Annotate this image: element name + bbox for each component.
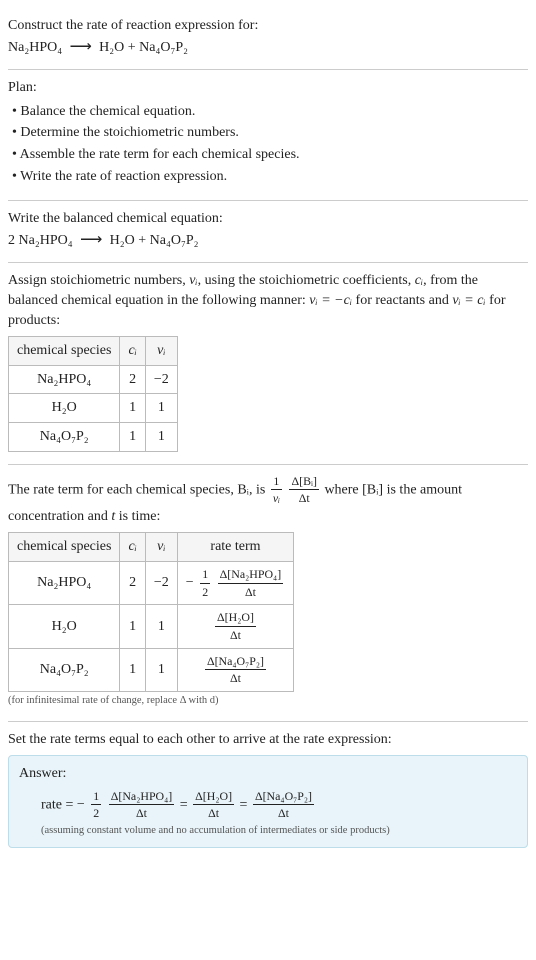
- ci-cell: 2: [120, 365, 145, 394]
- frac-delta-bi-over-dt: Δ[Bᵢ] Δt: [289, 473, 318, 507]
- rateterm-cell: Δ[H₂O] Δt: [177, 605, 293, 648]
- equals: =: [180, 797, 191, 812]
- col-vi: νᵢ: [145, 533, 177, 562]
- vi-cell: 1: [145, 394, 177, 423]
- rateterm-table: chemical species cᵢ νᵢ rate term Na₂HPO₄…: [8, 532, 294, 692]
- products: H₂O + Na₄O₇P₂: [99, 40, 188, 55]
- frac-one-over-nu: 1 νᵢ: [271, 473, 282, 507]
- problem-title: Construct the rate of reaction expressio…: [8, 16, 528, 36]
- plan-title: Plan:: [8, 78, 528, 98]
- species-cell: Na₄O₇P₂: [9, 648, 120, 691]
- table-row: Na₄O₇P₂ 1 1 Δ[Na₄O₇P₂] Δt: [9, 648, 294, 691]
- rateterm-paragraph: The rate term for each chemical species,…: [8, 473, 528, 527]
- balanced-equation: 2 Na₂HPO₄ ⟶ H₂O + Na₄O₇P₂: [8, 229, 528, 251]
- balanced-title: Write the balanced chemical equation:: [8, 209, 528, 229]
- ci-cell: 1: [120, 422, 145, 451]
- frac-half: 1 2: [91, 788, 101, 822]
- assign-paragraph: Assign stoichiometric numbers, νᵢ, using…: [8, 271, 528, 330]
- rateterm-cell: Δ[Na₄O₇P₂] Δt: [177, 648, 293, 691]
- infinitesimal-note: (for infinitesimal rate of change, repla…: [8, 694, 528, 709]
- col-ci: cᵢ: [120, 533, 145, 562]
- frac-delta: Δ[Na₂HPO₄] Δt: [218, 566, 284, 600]
- nu-i-symbol: νᵢ: [189, 273, 197, 288]
- answer-label: Answer:: [19, 764, 517, 784]
- header-section: Construct the rate of reaction expressio…: [8, 8, 528, 70]
- table-row: H₂O 1 1 Δ[H₂O] Δt: [9, 605, 294, 648]
- rateterm-cell: − 1 2 Δ[Na₂HPO₄] Δt: [177, 562, 293, 605]
- list-item: Determine the stoichiometric numbers.: [12, 123, 528, 143]
- given-reaction: Na₂HPO₄ ⟶ H₂O + Na₄O₇P₂: [8, 36, 528, 58]
- c-i-symbol: cᵢ: [415, 273, 423, 288]
- table-header-row: chemical species cᵢ νᵢ rate term: [9, 533, 294, 562]
- reactant: Na₂HPO₄: [8, 40, 62, 55]
- product-rule: νᵢ = cᵢ: [452, 293, 485, 308]
- list-item: Write the rate of reaction expression.: [12, 167, 528, 187]
- vi-cell: 1: [145, 648, 177, 691]
- rateterm-section: The rate term for each chemical species,…: [8, 465, 528, 722]
- balanced-section: Write the balanced chemical equation: 2 …: [8, 201, 528, 263]
- plan-list: Balance the chemical equation. Determine…: [8, 102, 528, 186]
- rate-expression: rate = − 1 2 Δ[Na₂HPO₄] Δt = Δ[H₂O] Δt =…: [19, 788, 517, 822]
- assign-section: Assign stoichiometric numbers, νᵢ, using…: [8, 263, 528, 464]
- frac-term3: Δ[Na₄O₇P₂] Δt: [253, 788, 314, 822]
- setequal-text: Set the rate terms equal to each other t…: [8, 730, 528, 750]
- balanced-lhs: 2 Na₂HPO₄: [8, 233, 73, 248]
- bi-symbol: Bᵢ: [237, 482, 249, 497]
- ci-cell: 1: [120, 605, 145, 648]
- rate-equals: rate =: [41, 797, 77, 812]
- table-row: Na₂HPO₄ 2 −2: [9, 365, 178, 394]
- plan-section: Plan: Balance the chemical equation. Det…: [8, 70, 528, 201]
- assumption-note: (assuming constant volume and no accumul…: [19, 824, 517, 839]
- reaction-arrow-icon: ⟶: [66, 38, 96, 55]
- setequal-section: Set the rate terms equal to each other t…: [8, 722, 528, 860]
- list-item: Assemble the rate term for each chemical…: [12, 145, 528, 165]
- vi-cell: −2: [145, 365, 177, 394]
- ci-cell: 1: [120, 394, 145, 423]
- table-row: Na₂HPO₄ 2 −2 − 1 2 Δ[Na₂HPO₄] Δt: [9, 562, 294, 605]
- reaction-arrow-icon: ⟶: [76, 231, 106, 248]
- species-cell: Na₂HPO₄: [9, 365, 120, 394]
- stoich-table: chemical species cᵢ νᵢ Na₂HPO₄ 2 −2 H₂O …: [8, 336, 178, 451]
- list-item: Balance the chemical equation.: [12, 102, 528, 122]
- table-row: H₂O 1 1: [9, 394, 178, 423]
- frac-half: 1 2: [200, 566, 210, 600]
- col-ci: cᵢ: [120, 337, 145, 366]
- balanced-rhs: H₂O + Na₄O₇P₂: [110, 233, 199, 248]
- species-cell: Na₄O₇P₂: [9, 422, 120, 451]
- col-species: chemical species: [9, 533, 120, 562]
- vi-cell: −2: [145, 562, 177, 605]
- col-rateterm: rate term: [177, 533, 293, 562]
- species-cell: Na₂HPO₄: [9, 562, 120, 605]
- table-row: Na₄O₇P₂ 1 1: [9, 422, 178, 451]
- minus-sign: −: [77, 797, 85, 812]
- col-species: chemical species: [9, 337, 120, 366]
- answer-box: Answer: rate = − 1 2 Δ[Na₂HPO₄] Δt = Δ[H…: [8, 755, 528, 848]
- ci-cell: 2: [120, 562, 145, 605]
- ci-cell: 1: [120, 648, 145, 691]
- species-cell: H₂O: [9, 605, 120, 648]
- vi-cell: 1: [145, 605, 177, 648]
- reactant-rule: νᵢ = −cᵢ: [309, 293, 352, 308]
- frac-term2: Δ[H₂O] Δt: [193, 788, 234, 822]
- minus-sign: −: [186, 575, 194, 590]
- table-header-row: chemical species cᵢ νᵢ: [9, 337, 178, 366]
- col-vi: νᵢ: [145, 337, 177, 366]
- species-cell: H₂O: [9, 394, 120, 423]
- frac-delta: Δ[Na₄O₇P₂] Δt: [205, 653, 266, 687]
- vi-cell: 1: [145, 422, 177, 451]
- frac-term1: Δ[Na₂HPO₄] Δt: [109, 788, 175, 822]
- equals: =: [240, 797, 251, 812]
- frac-delta: Δ[H₂O] Δt: [215, 609, 256, 643]
